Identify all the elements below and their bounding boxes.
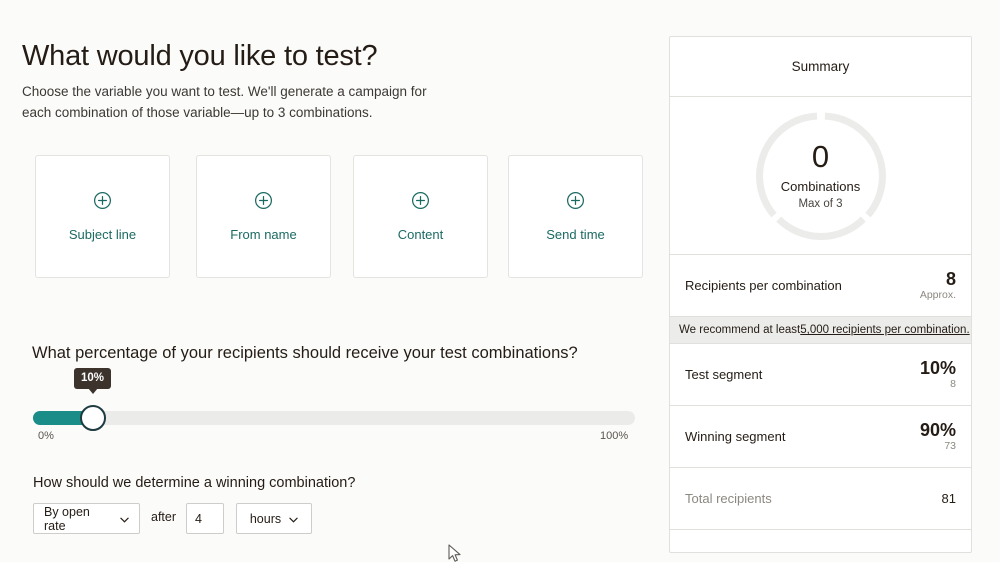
summary-row-value: 90% [919,419,956,440]
winning-metric-value: By open rate [44,504,90,533]
recommendation-link[interactable]: 5,000 recipients per combination. [800,324,969,336]
recommendation-banner: We recommend at least 5,000 recipients p… [670,317,971,344]
variable-card-from-name[interactable]: From name [196,155,331,278]
summary-row-subvalue: 73 [944,440,956,453]
plus-circle-icon [566,191,585,215]
after-label: after [151,510,177,524]
donut-center-content: 0 Combinations Max of 3 [755,110,887,242]
summary-row-winning-segment: Winning segment 90% 73 [670,406,971,468]
summary-title: Summary [670,37,971,97]
combinations-max-label: Max of 3 [798,198,843,210]
chevron-down-icon [120,512,129,526]
page-subtitle: Choose the variable you want to test. We… [22,84,427,120]
summary-row-label: Test segment [685,367,763,382]
summary-row-recipients-per-combination: Recipients per combination 8 Approx. [670,255,971,317]
recommendation-prefix: We recommend at least [679,324,801,336]
summary-row-values: 90% 73 [919,419,956,453]
variable-card-content[interactable]: Content [353,155,488,278]
variable-card-send-time[interactable]: Send time [508,155,643,278]
slider-track[interactable] [33,411,635,425]
percentage-question: What percentage of your recipients shoul… [32,344,578,362]
variable-card-group: Subject line From name Content Send time [35,155,643,278]
summary-row-value: 8 [945,268,956,289]
winner-question: How should we determine a winning combin… [33,475,356,491]
variable-card-label: Subject line [68,227,137,242]
variable-card-subject-line[interactable]: Subject line [35,155,170,278]
summary-row-value: 81 [941,491,956,506]
duration-value: 4 [195,511,202,526]
plus-circle-icon [93,191,112,215]
summary-row-label: Winning segment [685,429,786,444]
duration-input[interactable]: 4 [186,503,224,534]
summary-row-subvalue: 8 [950,378,956,391]
plus-circle-icon [254,191,273,215]
summary-row-values: 8 Approx. [919,268,956,302]
summary-row-value: 10% [919,357,956,378]
duration-unit-select[interactable]: hours [236,503,312,534]
slider-value-tooltip: 10% [74,368,112,394]
variable-card-label: From name [230,227,297,242]
test-setup-pane: What would you like to test? Choose the … [0,0,660,562]
plus-circle-icon [411,191,430,215]
summary-row-total-recipients: Total recipients 81 [670,468,971,530]
slider-min-label: 0% [38,430,54,442]
winning-metric-select[interactable]: By open rate [33,503,140,534]
slider-max-label: 100% [600,430,629,442]
summary-row-subvalue: Approx. [919,289,956,302]
app-root: What would you like to test? Choose the … [0,0,1000,562]
summary-row-test-segment: Test segment 10% 8 [670,344,971,406]
page-title: What would you like to test? [22,40,378,72]
slider-thumb[interactable] [80,405,106,431]
combinations-count: 0 [811,139,830,174]
summary-panel: Summary 0 Combinations Max of 3 Recipien… [669,36,972,553]
variable-card-label: Content [397,227,444,242]
summary-row-values: 10% 8 [919,357,956,391]
duration-unit-value: hours [249,511,282,526]
combinations-donut: 0 Combinations Max of 3 [755,110,887,242]
combinations-caption: Combinations [780,179,861,194]
percentage-slider[interactable]: 10% [33,368,635,431]
summary-row-label: Recipients per combination [685,278,842,293]
variable-card-label: Send time [546,227,605,242]
mouse-cursor-icon [448,544,462,562]
summary-row-values: 81 [942,491,956,506]
chevron-down-icon [289,512,298,526]
summary-row-label: Total recipients [685,491,772,506]
combinations-donut-zone: 0 Combinations Max of 3 [670,97,971,255]
